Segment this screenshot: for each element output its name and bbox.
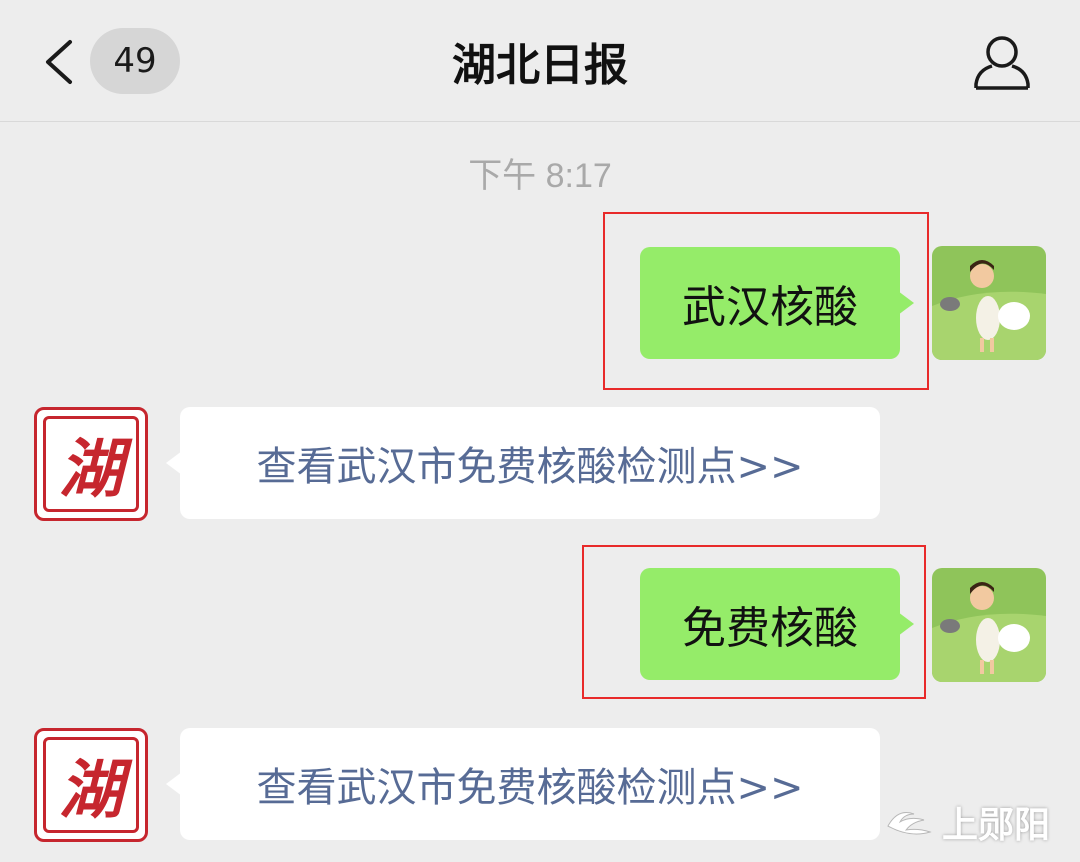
hubei-daily-avatar[interactable]: 湖 <box>34 407 148 521</box>
user-avatar[interactable] <box>932 568 1046 682</box>
link-text[interactable]: 查看武汉市免费核酸检测点>> <box>256 434 803 492</box>
message-text: 免费核酸 <box>682 603 858 654</box>
chat-header: 49 湖北日报 <box>0 0 1080 122</box>
person-icon[interactable] <box>972 34 1032 90</box>
watermark-text: 上郧阳 <box>941 805 1050 846</box>
hubei-daily-avatar[interactable]: 湖 <box>34 728 148 842</box>
chevron-left-icon[interactable] <box>40 38 80 86</box>
cartoon-girl-icon <box>932 568 1046 682</box>
cartoon-girl-icon <box>932 246 1046 360</box>
sent-message-bubble[interactable]: 武汉核酸 <box>640 247 914 359</box>
message-text: 武汉核酸 <box>682 282 858 333</box>
message-timestamp: 下午 8:17 <box>468 157 612 195</box>
received-link-bubble[interactable]: 查看武汉市免费核酸检测点>> <box>166 728 880 840</box>
sent-message-bubble[interactable]: 免费核酸 <box>640 568 914 680</box>
watermark: 上郧阳 <box>884 796 1050 848</box>
link-text[interactable]: 查看武汉市免费核酸检测点>> <box>256 755 803 813</box>
watermark-logo-icon <box>887 812 932 835</box>
avatar-glyph: 湖 <box>43 737 139 833</box>
unread-count-badge[interactable]: 49 <box>90 28 180 94</box>
avatar-glyph: 湖 <box>43 416 139 512</box>
user-avatar[interactable] <box>932 246 1046 360</box>
received-link-bubble[interactable]: 查看武汉市免费核酸检测点>> <box>166 407 880 519</box>
